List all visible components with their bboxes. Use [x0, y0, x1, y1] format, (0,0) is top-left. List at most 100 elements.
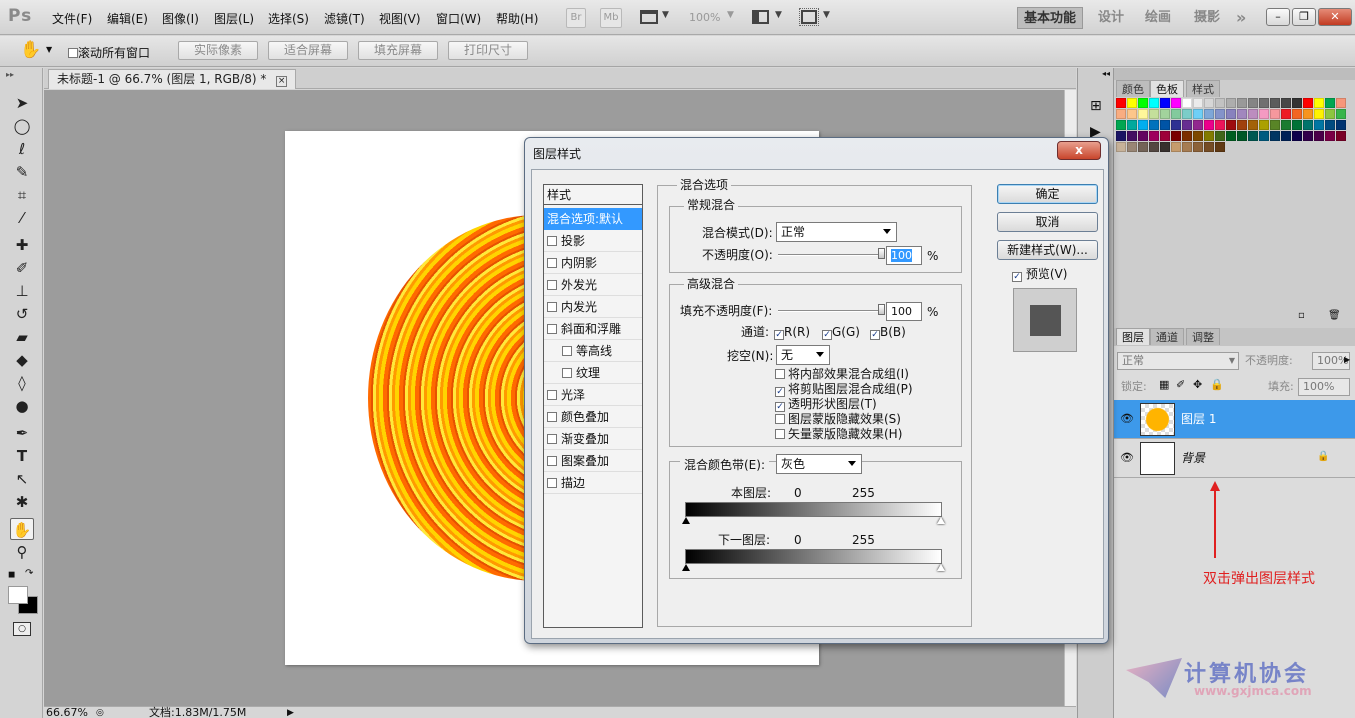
color-swatch[interactable]	[1116, 131, 1126, 141]
channel-r-checkbox[interactable]: ✓R(R)	[774, 325, 810, 340]
color-swatch[interactable]	[1248, 98, 1258, 108]
close-tab-icon[interactable]: ×	[276, 76, 288, 87]
color-swatch[interactable]	[1303, 109, 1313, 119]
status-menu-arrow-icon[interactable]: ▶	[287, 707, 294, 718]
menu-edit[interactable]: 编辑(E)	[107, 10, 148, 27]
style-item[interactable]: 混合选项:默认	[544, 208, 642, 230]
marquee-tool-icon[interactable]: ◯	[10, 115, 34, 137]
hand-tool-icon[interactable]: ✋	[20, 40, 41, 60]
color-swatch[interactable]	[1237, 131, 1247, 141]
color-swatch[interactable]	[1116, 98, 1126, 108]
tab-adjustments[interactable]: 调整	[1186, 328, 1220, 345]
menu-select[interactable]: 选择(S)	[268, 10, 309, 27]
lock-image-icon[interactable]: ✐	[1176, 378, 1185, 391]
tab-styles[interactable]: 样式	[1186, 80, 1220, 97]
mini-bridge-button[interactable]: Mb	[600, 8, 622, 28]
checkbox-icon[interactable]	[68, 48, 78, 58]
color-swatch[interactable]	[1182, 109, 1192, 119]
channel-b-check-icon[interactable]: ✓	[870, 330, 880, 340]
style-item[interactable]: 内阴影	[544, 252, 642, 274]
arrange-dropdown-icon[interactable]: ▼	[775, 10, 782, 20]
tab-layers[interactable]: 图层	[1116, 328, 1150, 345]
new-swatch-icon[interactable]: ▫	[1298, 310, 1305, 321]
guides-icon[interactable]	[640, 10, 658, 24]
style-checkbox-icon[interactable]	[547, 258, 557, 268]
color-swatch[interactable]	[1325, 131, 1335, 141]
opacity-slider-track[interactable]	[778, 254, 882, 256]
advanced-option-checkbox[interactable]: 图层蒙版隐藏效果(S)	[775, 412, 901, 426]
color-swatch[interactable]	[1314, 131, 1324, 141]
new-style-button[interactable]: 新建样式(W)...	[997, 240, 1098, 260]
style-item[interactable]: 描边	[544, 472, 642, 494]
color-swatch[interactable]	[1259, 98, 1269, 108]
color-swatch[interactable]	[1127, 131, 1137, 141]
layer-blend-mode-select[interactable]: 正常 ▼	[1117, 352, 1239, 370]
zoom-tool-icon[interactable]: ⚲	[10, 541, 34, 563]
color-swatch[interactable]	[1270, 98, 1280, 108]
color-swatch[interactable]	[1116, 142, 1126, 152]
healing-brush-tool-icon[interactable]: ✚	[10, 234, 34, 256]
color-swatch[interactable]	[1204, 109, 1214, 119]
fill-opacity-input[interactable]: 100	[886, 302, 922, 321]
color-swatch[interactable]	[1171, 120, 1181, 130]
color-swatch[interactable]	[1303, 98, 1313, 108]
swap-colors-icon[interactable]: ↷	[25, 568, 33, 579]
close-app-button[interactable]: ✕	[1318, 8, 1352, 26]
channel-r-check-icon[interactable]: ✓	[774, 330, 784, 340]
this-layer-black-slider-icon[interactable]	[682, 517, 690, 524]
color-swatch[interactable]	[1160, 120, 1170, 130]
color-swatch[interactable]	[1149, 142, 1159, 152]
blend-mode-select[interactable]: 正常	[776, 222, 897, 242]
paint-bucket-tool-icon[interactable]: ◆	[10, 349, 34, 371]
dodge-tool-icon[interactable]: ●	[10, 395, 34, 417]
tab-channels[interactable]: 通道	[1150, 328, 1184, 345]
style-checkbox-icon[interactable]	[562, 368, 572, 378]
document-tab[interactable]: 未标题-1 @ 66.7% (图层 1, RGB/8) * ×	[48, 69, 297, 89]
color-swatch[interactable]	[1193, 142, 1203, 152]
menu-help[interactable]: 帮助(H)	[496, 10, 538, 27]
swatches-grid[interactable]	[1116, 98, 1352, 183]
fit-screen-button[interactable]: 适合屏幕	[268, 41, 348, 60]
color-swatch[interactable]	[1160, 109, 1170, 119]
blur-tool-icon[interactable]: ◊	[10, 372, 34, 394]
color-swatch[interactable]	[1160, 98, 1170, 108]
style-item[interactable]: 内发光	[544, 296, 642, 318]
color-swatch[interactable]	[1248, 109, 1258, 119]
color-swatch[interactable]	[1259, 131, 1269, 141]
style-checkbox-icon[interactable]	[547, 434, 557, 444]
minimize-button[interactable]: –	[1266, 8, 1290, 26]
collapse-toolbox-icon[interactable]: ▸▸	[6, 70, 14, 79]
ok-button[interactable]: 确定	[997, 184, 1098, 204]
background-layer-name[interactable]: 背景	[1181, 451, 1205, 465]
color-swatch[interactable]	[1193, 120, 1203, 130]
color-swatch[interactable]	[1303, 131, 1313, 141]
preview-check-icon[interactable]: ✓	[1012, 272, 1022, 282]
color-swatch[interactable]	[1281, 131, 1291, 141]
type-tool-icon[interactable]: T	[10, 445, 34, 467]
option-check-icon[interactable]: ✓	[775, 402, 785, 412]
color-swatch[interactable]	[1116, 109, 1126, 119]
color-swatch[interactable]	[1292, 131, 1302, 141]
move-tool-icon[interactable]: ➤	[10, 92, 34, 114]
style-checkbox-icon[interactable]	[547, 390, 557, 400]
opacity-slider-arrow-icon[interactable]: ▶	[1344, 355, 1350, 364]
style-item[interactable]: 纹理	[544, 362, 642, 384]
menu-file[interactable]: 文件(F)	[52, 10, 92, 27]
color-swatch[interactable]	[1149, 98, 1159, 108]
color-swatch[interactable]	[1182, 120, 1192, 130]
underlying-white-slider-icon[interactable]	[937, 564, 945, 571]
advanced-option-checkbox[interactable]: ✓ 透明形状图层(T)	[775, 397, 877, 412]
clone-stamp-tool-icon[interactable]: ⊥	[10, 280, 34, 302]
dialog-close-button[interactable]: x	[1057, 141, 1101, 160]
option-check-icon[interactable]	[775, 369, 785, 379]
color-swatch[interactable]	[1204, 131, 1214, 141]
style-checkbox-icon[interactable]	[547, 412, 557, 422]
color-swatch[interactable]	[1336, 131, 1346, 141]
color-swatch[interactable]	[1314, 120, 1324, 130]
hand-tool-active-icon[interactable]: ✋	[10, 518, 34, 540]
color-swatch[interactable]	[1314, 98, 1324, 108]
fill-opacity-slider-track[interactable]	[778, 310, 882, 312]
color-swatch[interactable]	[1292, 98, 1302, 108]
color-swatch[interactable]	[1226, 109, 1236, 119]
style-checkbox-icon[interactable]	[547, 456, 557, 466]
